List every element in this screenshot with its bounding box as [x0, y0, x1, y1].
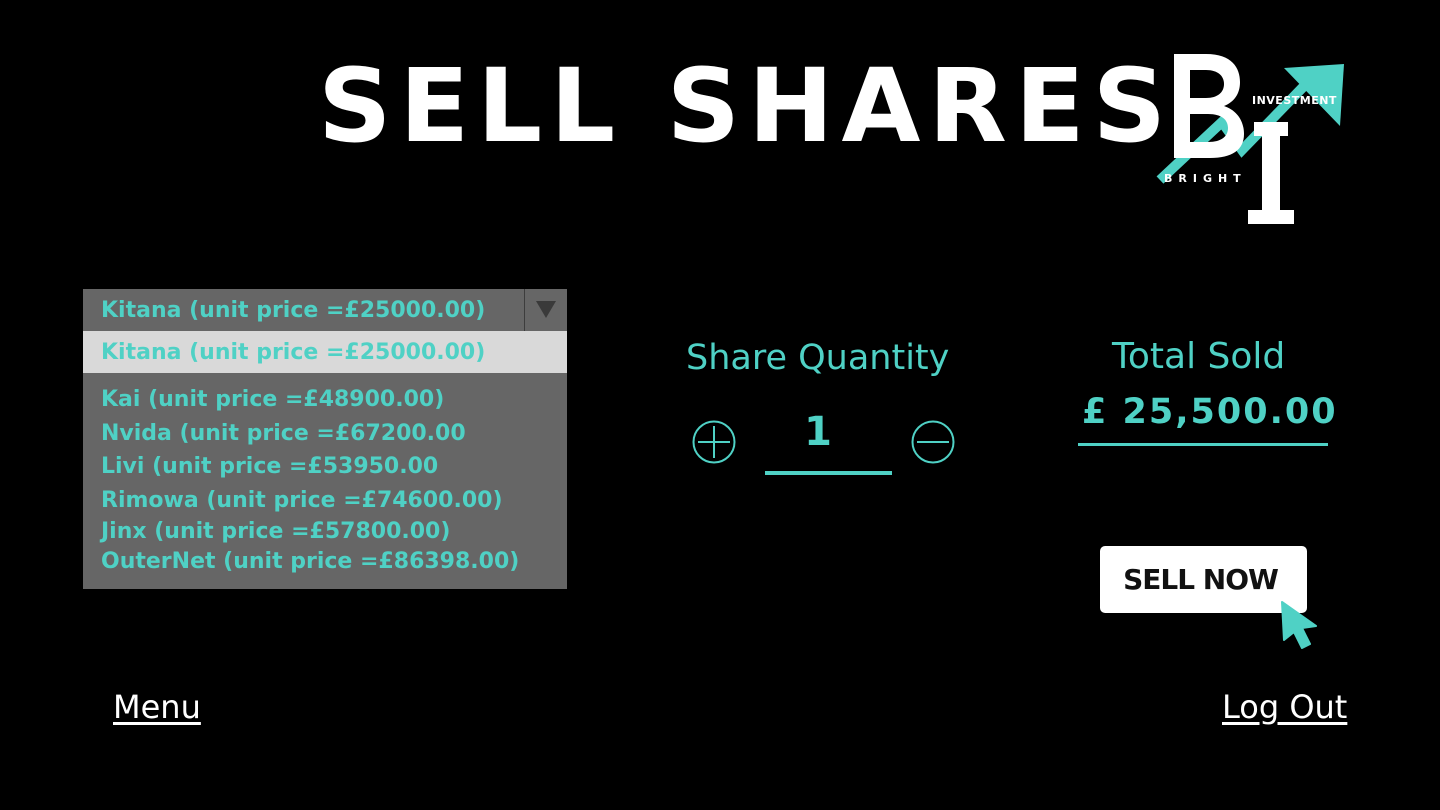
sell-now-button[interactable]: SELL NOW [1100, 546, 1307, 613]
share-option[interactable]: OuterNet (unit price =£86398.00) [101, 547, 519, 577]
page-title: SELL SHARES [318, 47, 1175, 166]
logo-word-investment: INVESTMENT [1252, 94, 1337, 107]
menu-link[interactable]: Menu [113, 688, 201, 726]
share-option[interactable]: Nvida (unit price =£67200.00 [101, 419, 466, 449]
share-quantity-label: Share Quantity [686, 338, 950, 378]
share-select[interactable]: Kitana (unit price =£25000.00) Kitana (u… [83, 289, 567, 589]
minus-circle-icon [911, 420, 955, 464]
logo-graphic [1156, 54, 1344, 224]
share-option[interactable]: Kai (unit price =£48900.00) [101, 385, 444, 415]
logout-link[interactable]: Log Out [1222, 688, 1347, 726]
total-sold-label: Total Sold [1112, 336, 1286, 377]
quantity-underline [765, 471, 892, 475]
share-option[interactable]: Rimowa (unit price =£74600.00) [101, 486, 503, 516]
decrease-quantity-button[interactable] [911, 420, 955, 464]
total-underline [1078, 443, 1328, 446]
share-option-highlighted[interactable]: Kitana (unit price =£25000.00) [83, 331, 567, 373]
total-sold-value: £ 25,500.00 [1082, 392, 1338, 432]
share-option[interactable]: Livi (unit price =£53950.00 [101, 452, 438, 482]
pointer-cursor-icon [1278, 600, 1320, 650]
share-option[interactable]: Jinx (unit price =£57800.00) [101, 517, 450, 547]
share-select-value[interactable]: Kitana (unit price =£25000.00) [83, 289, 524, 331]
plus-circle-icon [692, 420, 736, 464]
share-quantity-value[interactable]: 1 [765, 408, 871, 456]
logo-word-bright: BRIGHT [1164, 172, 1247, 185]
increase-quantity-button[interactable] [692, 420, 736, 464]
dropdown-toggle[interactable] [524, 289, 567, 331]
brand-logo: INVESTMENT BRIGHT [1150, 50, 1350, 230]
triangle-down-icon [536, 301, 556, 318]
